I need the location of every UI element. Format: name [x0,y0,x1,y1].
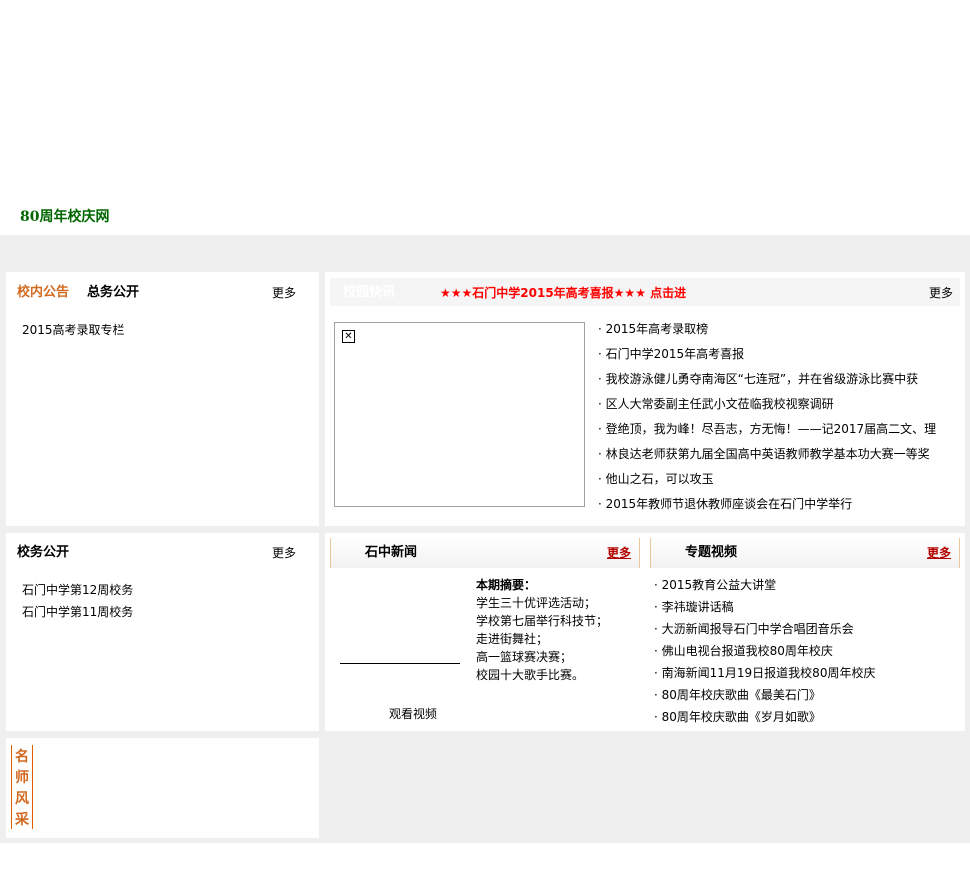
notice-more-link[interactable]: 更多 [272,286,296,300]
videos-more-link[interactable]: 更多 [927,546,951,560]
title-char: 采 [15,812,29,828]
broken-image-icon: ✕ [342,330,355,343]
list-item[interactable]: · 林良达老师获第九届全国高中英语教师教学基本功大赛一等奖 [598,447,962,461]
summary-line: 高一篮球赛决赛； [476,650,573,664]
videos-title: 专题视频 [685,545,738,560]
tab-school-notice[interactable]: 校内公告 [17,285,69,301]
list-item[interactable]: · 南海新闻11月19日报道我校80周年校庆 [654,666,875,680]
title-char: 名 [15,749,29,765]
news-more-link[interactable]: 更多 [607,546,631,560]
famous-teachers-title[interactable]: 名 师 风 采 [11,745,33,829]
affairs-title: 校务公开 [17,545,70,560]
list-item[interactable]: · 我校游泳健儿勇夺南海区“七连冠”，并在省级游泳比赛中获 [598,372,962,386]
news-title: 石中新闻 [365,545,418,560]
title-char: 师 [15,770,29,786]
affairs-panel [6,533,319,731]
notice-panel [6,272,319,526]
affairs-more-link[interactable]: 更多 [272,546,296,560]
list-item[interactable]: · 80周年校庆歌曲《岁月如歌》 [654,710,821,724]
list-item[interactable]: · 大沥新闻报导石门中学合唱团音乐会 [654,622,854,636]
tab-campus-news[interactable]: 校园快讯 [343,285,395,301]
video-player-placeholder[interactable] [340,663,460,664]
gaokao-banner-link[interactable]: ★★★石门中学2015年高考喜报★★★ 点击进 [440,285,686,301]
tab-general-affairs[interactable]: 总务公开 [87,285,139,301]
campus-more-link[interactable]: 更多 [929,286,953,300]
list-item[interactable]: · 80周年校庆歌曲《最美石门》 [654,688,821,702]
list-item[interactable]: · 2015教育公益大讲堂 [654,578,776,592]
summary-line: 走进街舞社； [476,632,549,646]
anniversary-site-link[interactable]: 80周年校庆网 [20,208,109,226]
list-item[interactable]: · 石门中学2015年高考喜报 [598,347,962,361]
list-item[interactable]: · 登绝顶，我为峰！尽吾志，方无悔！——记2017届高二文、理 [598,422,962,436]
summary-line: 学校第七届举行科技节； [476,614,609,628]
notice-item[interactable]: 2015高考录取专栏 [22,323,125,337]
watch-video-link[interactable]: 观看视频 [389,707,437,721]
list-item[interactable]: · 2015年教师节退休教师座谈会在石门中学举行 [598,497,962,511]
list-item[interactable]: · 李祎璇讲话稿 [654,600,734,614]
news-photo-frame[interactable] [334,322,585,507]
list-item[interactable]: · 他山之石，可以攻玉 [598,472,962,486]
list-item[interactable]: · 2015年高考录取榜 [598,322,962,336]
list-item[interactable]: · 佛山电视台报道我校80周年校庆 [654,644,833,658]
news-summary: 本期摘要： 学生三十优评选活动； 学校第七届举行科技节； 走进街舞社； 高一篮球… [476,576,646,684]
list-item[interactable]: 石门中学第12周校务 [22,583,133,597]
list-item[interactable]: 石门中学第11周校务 [22,605,133,619]
summary-line: 校园十大歌手比赛。 [476,668,585,682]
summary-line: 学生三十优评选活动； [476,596,597,610]
summary-title: 本期摘要： [476,578,537,592]
title-char: 风 [15,791,29,807]
list-item[interactable]: · 区人大常委副主任武小文莅临我校视察调研 [598,397,962,411]
teachers-panel [6,738,319,838]
